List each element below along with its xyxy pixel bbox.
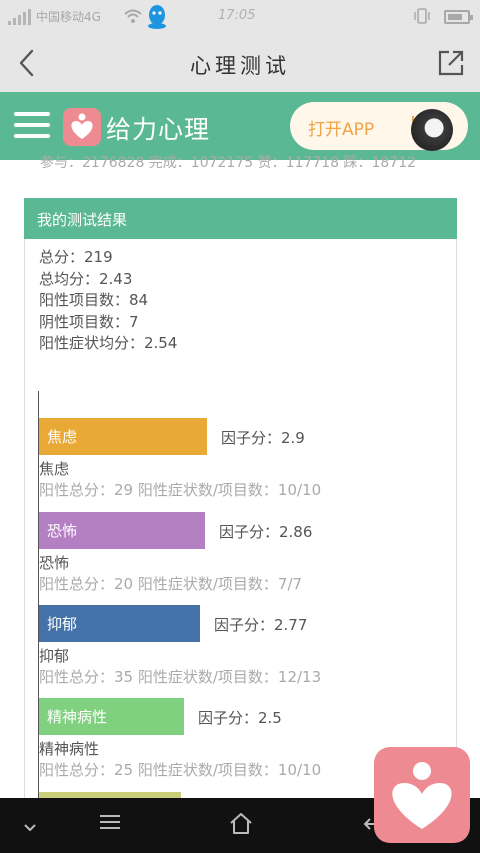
wifi-icon [124, 8, 142, 28]
stat-total-score: 总分：219 [39, 248, 113, 266]
factor-bar: 焦虑 [39, 418, 207, 455]
factor-detail: 阳性总分：35 阳性症状数/项目数：12/13 [39, 668, 322, 686]
factor-bar: 抑郁 [39, 605, 200, 642]
open-app-label: 打开APP [308, 120, 375, 140]
participation-stats: 参与：2176828 完成：1072175 赞：117718 踩：18712 [40, 155, 417, 168]
factor-row: 焦虑 因子分：2.9 焦虑 阳性总分：29 阳性症状数/项目数：10/10 [38, 418, 458, 512]
signal-icon [8, 9, 32, 25]
stat-positive-items: 阳性项目数：84 [39, 291, 149, 309]
page-title: 心理测试 [190, 54, 290, 78]
factor-detail: 阳性总分：29 阳性症状数/项目数：10/10 [39, 481, 322, 499]
summary-stats: 总分：219 总均分：2.43 阳性项目数：84 阴性项目数：7 阳性症状均分：… [39, 247, 177, 355]
result-heading: 我的测试结果 [24, 198, 457, 239]
battery-icon [444, 10, 473, 24]
factor-row: 恐怖 因子分：2.86 恐怖 阳性总分：20 阳性症状数/项目数：7/7 [38, 512, 458, 606]
menu-icon[interactable] [14, 110, 50, 140]
factor-name: 焦虑 [39, 460, 70, 478]
stat-negative-items: 阴性项目数：7 [39, 312, 139, 331]
factor-score: 因子分：2.9 [221, 429, 305, 447]
menu-lines-icon[interactable] [99, 813, 121, 835]
factor-score: 因子分：2.5 [198, 709, 282, 727]
carrier-label: 中国移动4G [36, 10, 101, 24]
avatar[interactable] [411, 109, 453, 151]
factor-name: 抑郁 [39, 647, 70, 665]
brand-name: 给力心理 [106, 115, 211, 144]
chevron-down-icon[interactable] [22, 818, 38, 837]
qq-icon [146, 4, 168, 30]
factor-detail: 阳性总分：25 阳性症状数/项目数：10/10 [39, 761, 322, 779]
stat-average-score: 总均分：2.43 [39, 269, 133, 288]
floating-logo-button[interactable] [374, 747, 470, 843]
title-bar: 心理测试 [0, 34, 480, 92]
factor-bar: 恐怖 [39, 512, 205, 549]
home-icon[interactable] [228, 811, 254, 839]
vibrate-icon [414, 8, 430, 27]
heart-logo-icon [392, 762, 452, 829]
factor-name: 精神病性 [39, 740, 100, 758]
factor-bar: 精神病性 [39, 698, 184, 735]
factor-detail: 阳性总分：20 阳性症状数/项目数：7/7 [39, 575, 303, 593]
factor-name: 恐怖 [39, 554, 70, 572]
factor-score: 因子分：2.77 [214, 616, 308, 634]
factor-score: 因子分：2.86 [219, 523, 313, 541]
heart-logo-icon [63, 108, 101, 146]
clock-time: 17:05 [218, 8, 256, 23]
stat-positive-average: 阳性症状均分：2.54 [39, 334, 178, 352]
share-icon[interactable] [436, 48, 466, 78]
status-bar: 中国移动4G 17:05 [0, 0, 480, 34]
factor-row: 抑郁 因子分：2.77 抑郁 阳性总分：35 阳性症状数/项目数：12/13 [38, 605, 458, 699]
